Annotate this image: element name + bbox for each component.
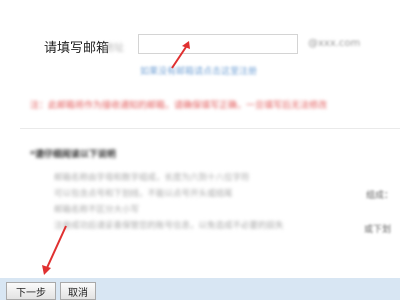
instructions-title: *请仔细阅读以下说明 [30,150,116,160]
side-note: 或下划 [364,225,392,235]
annotation-arrow-icon [42,225,67,275]
instruction-paragraph: 可以包含点号和下划线，不能以点号开头或结尾 [54,189,233,199]
instruction-paragraph: 注册成功后请妥善保管您的账号信息，以免造成不必要的损失 [54,221,284,231]
annotation-arrow-icon [171,41,190,69]
email-label: 请填写邮箱 [44,41,110,56]
next-button[interactable]: 下一步 [6,282,56,300]
side-note: 组成： [366,191,394,201]
instruction-paragraph: 邮箱名称由字母和数字组成，长度为六到十八位字符 [54,173,250,183]
email-form-row: 请填写邮箱 地址 @xxx.com [44,34,384,56]
instruction-paragraph: 邮箱名称不区分大小写 [54,205,140,215]
email-label-suffix: 地址 [104,43,124,54]
warning-text: 注：此邮箱将作为接收通知的邮箱，请确保填写正确，一旦填写后无法修改 [30,101,328,111]
email-domain-suffix: @xxx.com [308,38,361,49]
cancel-button[interactable]: 取消 [60,282,96,300]
